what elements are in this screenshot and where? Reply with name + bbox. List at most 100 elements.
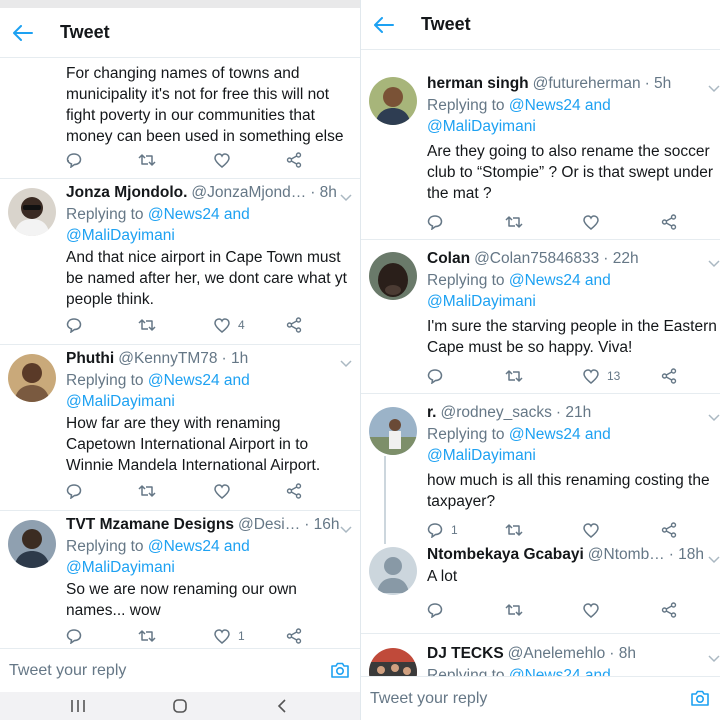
chevron-down-icon[interactable]: [708, 255, 720, 268]
page-title: Tweet: [421, 14, 471, 34]
thread-reply[interactable]: Ntombekaya Gcabayi @Ntomb… · 18h A lot: [361, 544, 720, 634]
retweet-icon[interactable]: [505, 520, 523, 540]
share-icon[interactable]: [661, 366, 677, 386]
author-name[interactable]: TVT Mzamane Designs: [66, 516, 234, 534]
author-handle[interactable]: @Anelemehlo: [508, 645, 606, 663]
share-icon[interactable]: [661, 212, 677, 232]
tweet-card[interactable]: Colan @Colan75846833 · 22h Replying to @…: [361, 240, 720, 394]
tweet-time: · 1h: [221, 350, 249, 367]
author-name[interactable]: r.: [427, 404, 436, 422]
tweet-header: Jonza Mjondolo. @JonzaMjond… · 8h: [66, 182, 352, 204]
share-icon[interactable]: [661, 520, 677, 540]
author-handle[interactable]: @Colan75846833: [474, 250, 599, 268]
cow-avatar[interactable]: [369, 252, 417, 300]
chevron-down-icon[interactable]: [708, 650, 720, 663]
tweet-card[interactable]: For changing names of towns and municipa…: [0, 58, 360, 179]
retweet-icon[interactable]: [138, 626, 156, 646]
reply-composer[interactable]: Tweet your reply: [361, 676, 720, 720]
retweet-icon[interactable]: [138, 150, 156, 170]
nav-back-icon[interactable]: [272, 698, 292, 714]
reply-input[interactable]: Tweet your reply: [9, 662, 126, 680]
author-name[interactable]: herman singh: [427, 75, 529, 93]
person-sunglasses-avatar[interactable]: [8, 188, 56, 236]
tweet-card[interactable]: Phuthi @KennyTM78 · 1h Replying to @News…: [0, 345, 360, 511]
reply-icon[interactable]: 1: [427, 520, 458, 540]
left-screen: Tweet For changing names of towns and mu…: [0, 0, 360, 720]
share-icon[interactable]: [661, 600, 677, 620]
tweet-card[interactable]: Jonza Mjondolo. @JonzaMjond… · 8h Replyi…: [0, 179, 360, 345]
right-screen: Tweet herman singh @futureherman · 5h Re…: [360, 0, 720, 720]
author-handle[interactable]: @Ntomb…: [588, 546, 665, 564]
reply-icon[interactable]: [66, 481, 82, 501]
author-handle[interactable]: @futureherman: [533, 75, 641, 93]
back-arrow-icon[interactable]: [12, 22, 34, 44]
reply-input[interactable]: Tweet your reply: [370, 690, 487, 708]
tweet-card[interactable]: herman singh @futureherman · 5h Replying…: [361, 66, 720, 240]
reply-composer[interactable]: Tweet your reply: [0, 648, 360, 692]
share-icon[interactable]: [286, 150, 302, 170]
system-navigation-bar: [0, 692, 360, 720]
default-user-avatar[interactable]: [369, 547, 417, 595]
author-name[interactable]: DJ TECKS: [427, 645, 504, 663]
retweet-icon[interactable]: [505, 212, 523, 232]
reply-icon[interactable]: [66, 315, 82, 335]
author-handle[interactable]: @rodney_sacks: [440, 404, 551, 422]
author-handle[interactable]: @KennyTM78: [118, 350, 217, 368]
retweet-icon[interactable]: [505, 366, 523, 386]
tweet-header: TVT Mzamane Designs @Desi… · 16h: [66, 514, 352, 536]
share-icon[interactable]: [286, 481, 302, 501]
reply-icon[interactable]: [427, 600, 443, 620]
share-icon[interactable]: [286, 315, 302, 335]
author-handle[interactable]: @JonzaMjond…: [191, 184, 306, 202]
author-name[interactable]: Colan: [427, 250, 470, 268]
tweet-actions: 1: [66, 626, 306, 646]
author-name[interactable]: Phuthi: [66, 350, 114, 368]
like-heart-icon[interactable]: 4: [214, 315, 245, 335]
back-arrow-icon[interactable]: [373, 14, 395, 36]
like-heart-icon[interactable]: [583, 212, 599, 232]
author-handle[interactable]: @Desi…: [238, 516, 300, 534]
like-heart-icon[interactable]: [583, 520, 599, 540]
tweet-header: Ntombekaya Gcabayi @Ntomb… · 18h: [427, 544, 712, 566]
like-heart-icon[interactable]: [583, 600, 599, 620]
person-avatar[interactable]: [369, 77, 417, 125]
replying-to: Replying to @News24 and @MaliDayimani: [427, 272, 611, 310]
tweet-card[interactable]: r. @rodney_sacks · 21h Replying to @News…: [361, 394, 720, 634]
like-heart-icon[interactable]: [214, 150, 230, 170]
tweet-text: And that nice airport in Cape Town must …: [66, 249, 347, 308]
chevron-down-icon[interactable]: [340, 189, 352, 202]
chevron-down-icon[interactable]: [340, 521, 352, 534]
retweet-icon[interactable]: [138, 481, 156, 501]
recent-apps-icon[interactable]: [68, 698, 88, 714]
camera-icon[interactable]: [690, 689, 710, 709]
reply-icon[interactable]: [427, 212, 443, 232]
like-heart-icon[interactable]: [214, 481, 230, 501]
top-app-bar: Tweet: [361, 0, 720, 50]
reply-icon[interactable]: [66, 150, 82, 170]
page-title: Tweet: [60, 22, 110, 42]
person-outdoor-avatar[interactable]: [369, 407, 417, 455]
home-icon[interactable]: [170, 698, 190, 714]
retweet-icon[interactable]: [505, 600, 523, 620]
tweet-time: · 22h: [603, 250, 639, 267]
camera-icon[interactable]: [330, 661, 350, 681]
person-avatar[interactable]: [8, 520, 56, 568]
author-name[interactable]: Ntombekaya Gcabayi: [427, 546, 584, 564]
chevron-down-icon[interactable]: [340, 355, 352, 368]
tweet-text: A lot: [427, 568, 458, 585]
like-heart-icon[interactable]: 1: [214, 626, 245, 646]
person-avatar[interactable]: [8, 354, 56, 402]
tweet-time: · 16h: [304, 516, 340, 533]
tweet-actions: [427, 600, 677, 620]
author-name[interactable]: Jonza Mjondolo.: [66, 184, 187, 202]
chevron-down-icon[interactable]: [708, 409, 720, 422]
tweet-card[interactable]: TVT Mzamane Designs @Desi… · 16h Replyin…: [0, 511, 360, 661]
chevron-down-icon[interactable]: [708, 80, 720, 93]
like-heart-icon[interactable]: 13: [583, 366, 620, 386]
share-icon[interactable]: [286, 626, 302, 646]
thread-connector: [384, 456, 386, 544]
retweet-icon[interactable]: [138, 315, 156, 335]
reply-icon[interactable]: [427, 366, 443, 386]
chevron-down-icon[interactable]: [708, 551, 720, 564]
reply-icon[interactable]: [66, 626, 82, 646]
